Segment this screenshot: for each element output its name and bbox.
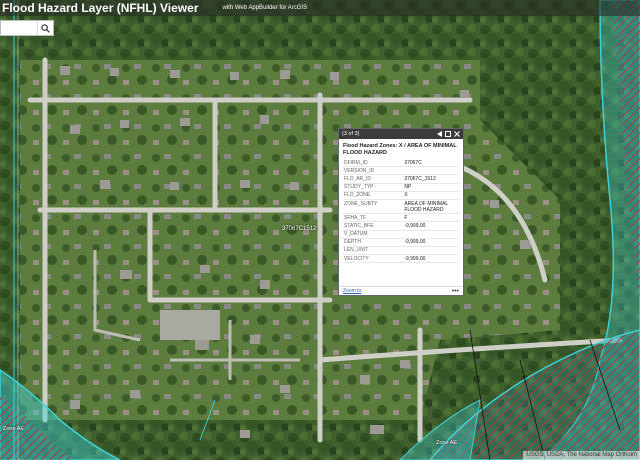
maximize-button[interactable] <box>445 131 451 137</box>
attribute-table: DFIRM_ID 37067C VERSION_ID FLD_AR_ID 37067… <box>343 159 459 264</box>
popup-footer: Zoom to ••• <box>339 286 463 295</box>
field-value: -9,999.00 <box>403 254 459 264</box>
table-row: FLD_AR_ID 37067C_1512 <box>343 174 459 184</box>
table-row: DFIRM_ID 37067C <box>343 159 459 168</box>
field-value: -9,999.00 <box>403 221 459 231</box>
field-key: STATIC_BFE <box>343 221 404 231</box>
field-value: 37067C <box>403 159 459 168</box>
more-options-button[interactable]: ••• <box>452 288 459 295</box>
app-title: Flood Hazard Layer (NFHL) Viewer <box>2 1 199 15</box>
field-key: FLD_AR_ID <box>343 174 404 184</box>
triangle-left-icon <box>436 131 442 137</box>
popup-feature-count: (3 of 3) <box>342 131 360 137</box>
field-value: F <box>403 213 459 223</box>
field-value <box>403 166 459 176</box>
popup-body: Flood Hazard Zones: X / AREA OF MINIMAL … <box>339 139 463 264</box>
field-key: V_DATUM <box>343 230 404 239</box>
field-value: NP <box>403 183 459 192</box>
field-key: VELOCITY <box>343 254 404 264</box>
field-key: FLD_ZONE <box>343 191 404 200</box>
app-subtitle: with Web AppBuilder for ArcGIS <box>222 5 308 11</box>
popup-controls <box>436 131 460 137</box>
table-row: STATIC_BFE -9,999.00 <box>343 221 459 231</box>
field-value: 37067C_1512 <box>403 174 459 184</box>
popup-header: (3 of 3) <box>339 129 463 139</box>
field-key: ZONE_SUBTY <box>343 199 404 215</box>
panel-point-label: 37067C1512 <box>282 226 317 232</box>
table-row: STUDY_TYP NP <box>343 183 459 192</box>
table-row: ZONE_SUBTY AREA OF MINIMAL FLOOD HAZARD <box>343 199 459 215</box>
field-key: STUDY_TYP <box>343 183 404 192</box>
table-row: SFHA_TF F <box>343 213 459 223</box>
aerial-basemap <box>0 0 640 460</box>
close-button[interactable] <box>454 131 460 137</box>
zoom-to-link[interactable]: Zoom to <box>343 288 361 294</box>
table-row: VELOCITY -9,999.00 <box>343 254 459 264</box>
field-key: VERSION_ID <box>343 166 404 176</box>
field-key: SFHA_TF <box>343 213 404 223</box>
zone-ae-label-left: Zone AE <box>3 426 25 432</box>
popup-title: Flood Hazard Zones: X / AREA OF MINIMAL … <box>343 143 457 156</box>
map-attribution: USGS, USDA, The National Map Orthoim <box>523 451 640 460</box>
table-row: V_DATUM <box>343 230 459 239</box>
field-key: LEN_UNIT <box>343 246 404 256</box>
identify-popup: (3 of 3) Flood Hazard Zones: X / AREA OF… <box>338 128 464 296</box>
field-key: DFIRM_ID <box>343 159 404 168</box>
zone-ae-label-bottom: Zone AE <box>436 440 458 446</box>
table-row: FLD_ZONE X <box>343 191 459 200</box>
field-value: X <box>403 191 459 200</box>
maximize-icon <box>445 131 451 137</box>
field-key: DEPTH <box>343 238 404 247</box>
previous-feature-button[interactable] <box>436 131 442 137</box>
search-button[interactable] <box>37 21 53 35</box>
field-value <box>403 230 459 239</box>
field-value <box>403 246 459 256</box>
field-value: -9,999.00 <box>403 238 459 247</box>
close-icon <box>454 131 460 137</box>
table-row: VERSION_ID <box>343 166 459 176</box>
table-row: LEN_UNIT <box>343 246 459 256</box>
field-value: AREA OF MINIMAL FLOOD HAZARD <box>403 199 459 215</box>
search-box <box>0 20 54 36</box>
search-input[interactable] <box>1 21 37 35</box>
map-view[interactable]: 37067C1512 Zone AE Zone AE <box>0 0 640 460</box>
app-header: Flood Hazard Layer (NFHL) Viewer with We… <box>0 0 640 16</box>
table-row: DEPTH -9,999.00 <box>343 238 459 247</box>
search-icon <box>41 23 50 33</box>
